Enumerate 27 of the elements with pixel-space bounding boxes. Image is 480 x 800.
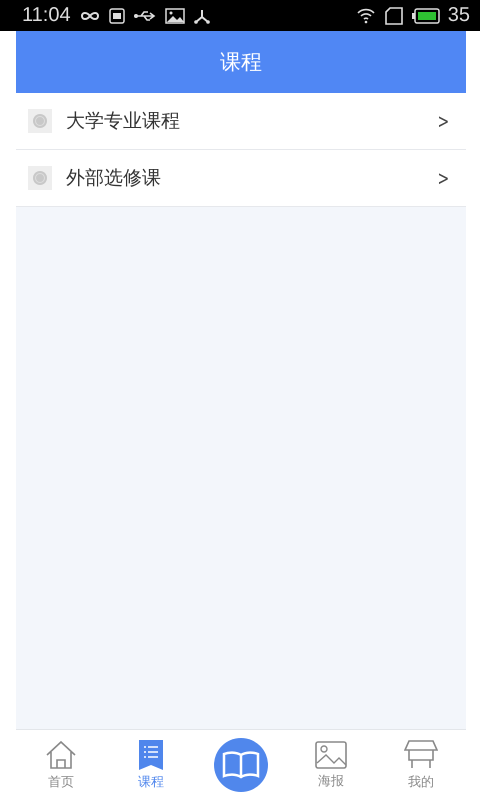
list-icon: [138, 740, 164, 770]
wifi-icon: [356, 8, 376, 24]
keyboard-icon: [108, 8, 125, 24]
course-category-item[interactable]: 大学专业课程 >: [16, 93, 466, 150]
image-icon: [315, 740, 347, 768]
badge-icon: [28, 109, 52, 133]
status-time: 11:04: [22, 4, 71, 27]
nav-tab[interactable]: 我的: [376, 740, 466, 790]
item-label: 大学专业课程: [66, 109, 181, 134]
course-category-item[interactable]: 外部选修课 >: [16, 150, 466, 207]
image-icon: [164, 8, 185, 24]
chevron-icon: >: [438, 109, 450, 133]
nav-tab[interactable]: 课程: [106, 740, 196, 790]
nav-tab[interactable]: 首页: [16, 740, 106, 790]
home-icon: [45, 740, 77, 770]
battery-icon: [412, 8, 440, 24]
badge-icon: [28, 166, 52, 190]
chevron-icon: >: [438, 166, 450, 190]
usb-icon: [132, 8, 157, 22]
share-icon: [192, 8, 211, 24]
book-button[interactable]: [214, 738, 268, 792]
header-title: 课程: [220, 49, 262, 76]
battery-level: 35: [448, 4, 470, 27]
item-label: 外部选修课: [66, 166, 162, 191]
book-icon: [222, 750, 260, 780]
nav-tab[interactable]: 海报: [286, 740, 376, 790]
sim-card-icon: [384, 6, 404, 24]
